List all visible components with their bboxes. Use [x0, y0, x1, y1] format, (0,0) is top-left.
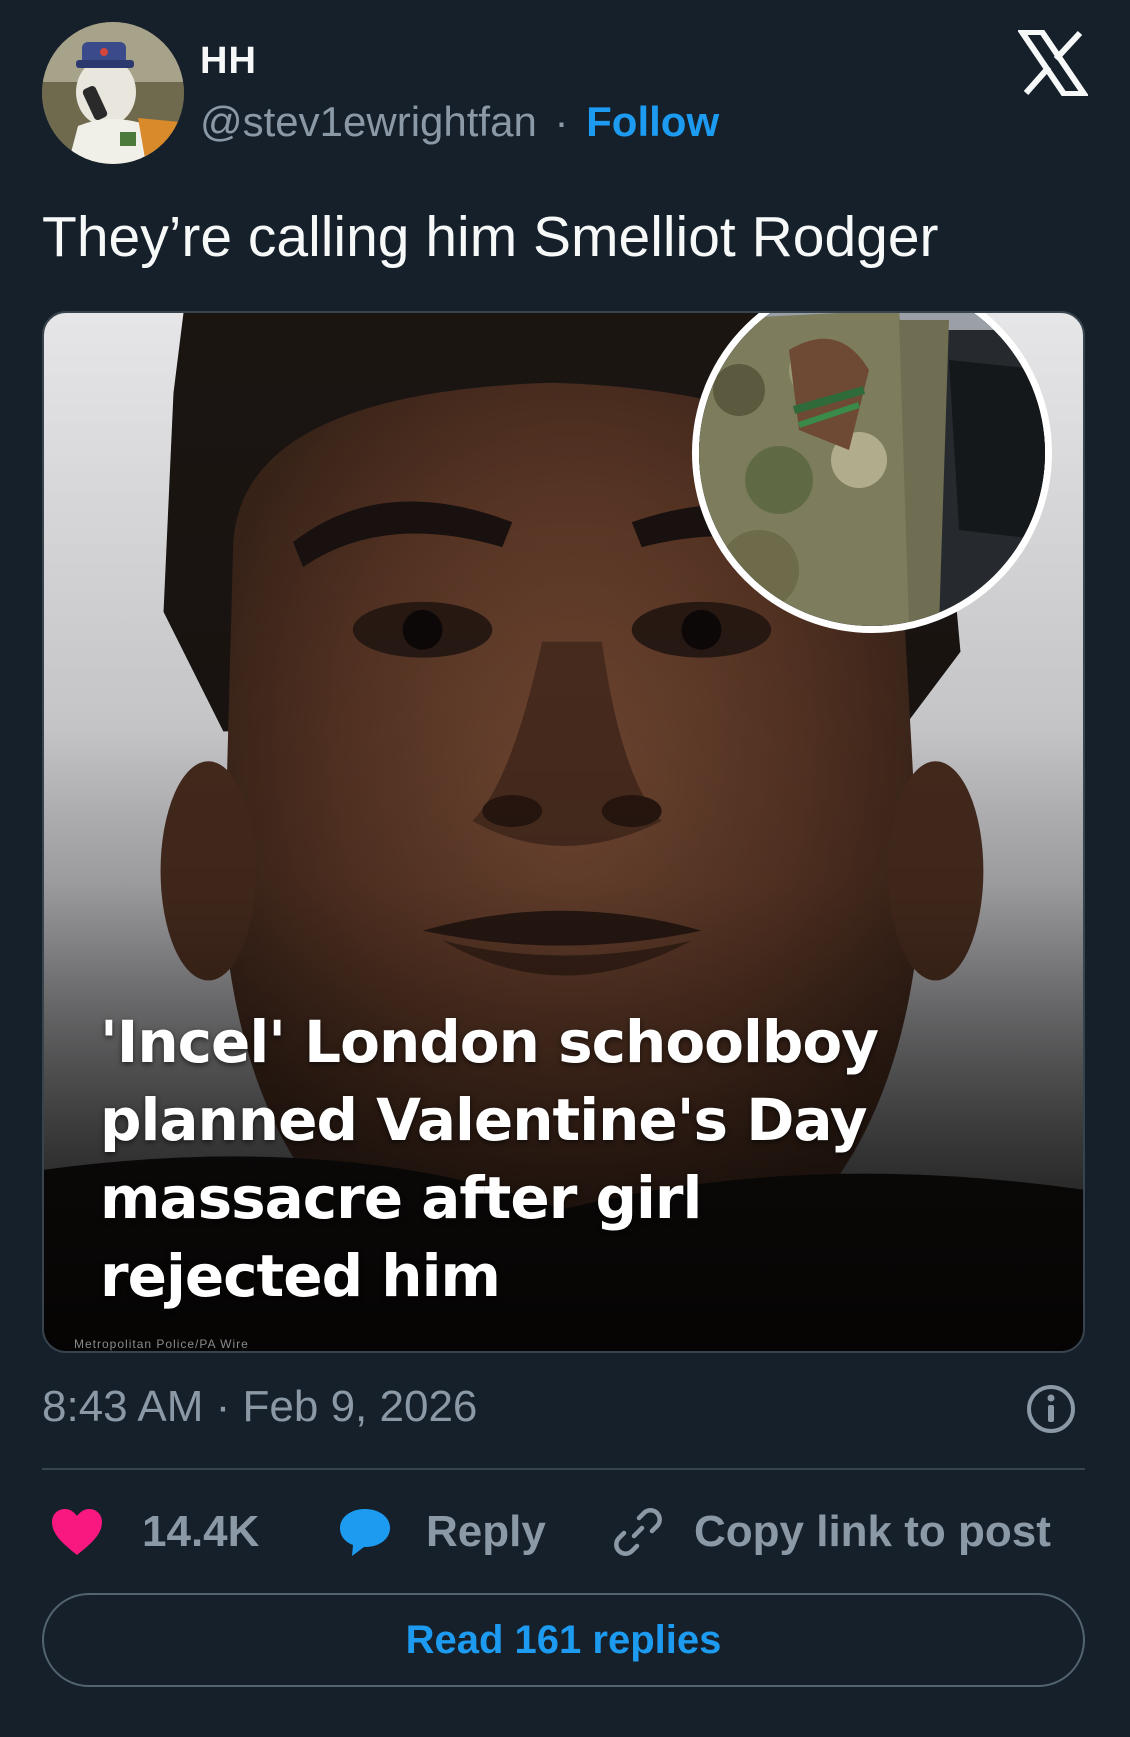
- follow-button[interactable]: Follow: [586, 98, 719, 145]
- post-timestamp[interactable]: 8:43 AM · Feb 9, 2026: [42, 1382, 477, 1432]
- author-name[interactable]: HH: [200, 40, 257, 83]
- post-text: They’re calling him Smelliot Rodger: [42, 205, 939, 269]
- reply-label: Reply: [426, 1507, 546, 1556]
- author-handle[interactable]: @stev1ewrightfan: [200, 98, 537, 145]
- photo-credit: Metropolitan Police/PA Wire: [74, 1337, 249, 1351]
- speech-bubble-icon: [340, 1509, 390, 1556]
- avatar-cat-image: [42, 22, 184, 164]
- heart-icon: [52, 1509, 102, 1555]
- headline-line: massacre after girl: [100, 1164, 702, 1232]
- copy-link-button[interactable]: Copy link to post: [612, 1500, 1051, 1564]
- copy-link-label: Copy link to post: [694, 1507, 1051, 1556]
- info-icon[interactable]: [1024, 1382, 1078, 1436]
- author-handle-row: @stev1ewrightfan · Follow: [200, 98, 719, 146]
- x-logo-icon[interactable]: [1018, 30, 1088, 96]
- reply-button[interactable]: Reply: [338, 1500, 546, 1564]
- link-icon: [614, 1508, 662, 1556]
- action-bar: 14.4K Reply Copy link to post: [42, 1500, 1085, 1564]
- headline-line: 'Incel' London schoolboy: [100, 1008, 879, 1076]
- post-media-card[interactable]: 'Incel' London schoolboy planned Valenti…: [42, 311, 1085, 1353]
- headline-line: rejected him: [100, 1242, 501, 1310]
- like-button[interactable]: 14.4K: [50, 1500, 259, 1564]
- headline-line: planned Valentine's Day: [100, 1086, 868, 1154]
- inset-soldier-image: [699, 313, 1045, 626]
- media-headline: 'Incel' London schoolboy planned Valenti…: [100, 1003, 980, 1315]
- author-avatar[interactable]: [42, 22, 184, 164]
- like-count: 14.4K: [142, 1507, 260, 1556]
- divider: [42, 1468, 1085, 1470]
- post-header: HH @stev1ewrightfan · Follow: [42, 22, 1088, 164]
- handle-separator: ·: [554, 98, 569, 145]
- read-replies-button[interactable]: Read 161 replies: [42, 1593, 1085, 1687]
